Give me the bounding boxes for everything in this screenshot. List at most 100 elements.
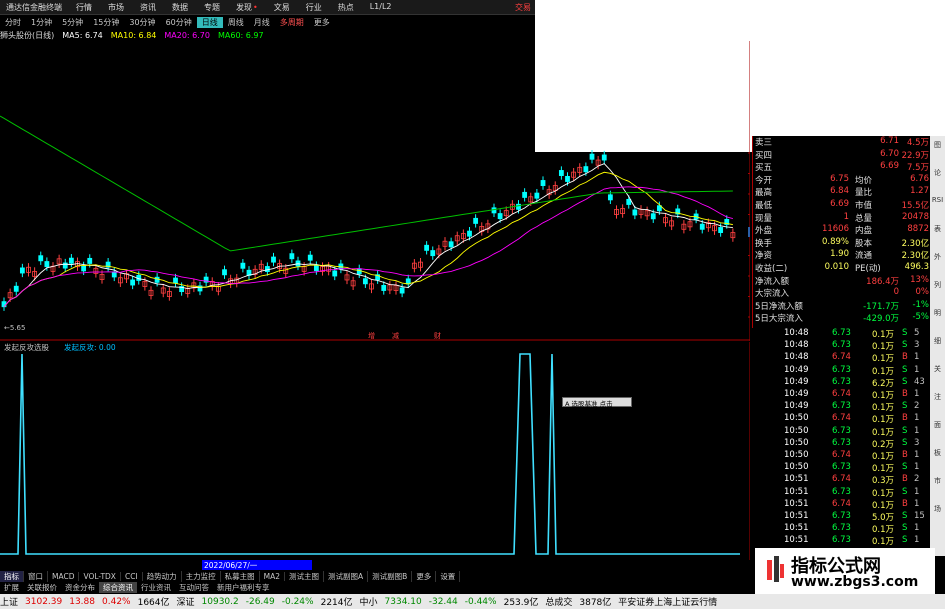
side-tab[interactable]: RSI bbox=[931, 196, 944, 209]
candle-body bbox=[271, 256, 276, 263]
candle-body bbox=[699, 223, 705, 230]
menu-item[interactable]: 专题 bbox=[196, 2, 228, 13]
period-tab[interactable]: 周线 bbox=[223, 17, 249, 28]
indicator-tab[interactable]: MACD bbox=[48, 571, 80, 581]
indicator-tab[interactable]: 测试副图A bbox=[324, 570, 369, 582]
candle-body bbox=[497, 213, 503, 220]
watermark-logo-icon bbox=[767, 556, 784, 582]
side-tab[interactable]: 列 bbox=[931, 280, 944, 293]
tick-time: 10:51 bbox=[784, 474, 809, 485]
tick-price: 6.73 bbox=[832, 328, 851, 338]
extension-tab[interactable]: 资金分布 bbox=[61, 582, 99, 593]
ma60-line bbox=[0, 115, 733, 252]
quote-label: 买四 bbox=[755, 150, 773, 161]
candlestick-chart[interactable]: 7.407.207.006.806.606.406.206.005.80←5.6… bbox=[0, 41, 750, 341]
tick-volume: 0.1万 bbox=[872, 403, 895, 414]
tick-count: 1 bbox=[914, 425, 920, 436]
extension-tab[interactable]: 新用户福利专享 bbox=[213, 582, 274, 593]
period-tab[interactable]: 30分钟 bbox=[124, 17, 160, 28]
menu-item[interactable]: 行业 bbox=[298, 2, 330, 13]
tick-volume: 0.1万 bbox=[872, 415, 895, 426]
menu-item[interactable]: 数据 bbox=[164, 2, 196, 13]
indicator-tab[interactable]: 指标 bbox=[0, 570, 24, 582]
side-tab[interactable]: 注 bbox=[931, 392, 944, 405]
quote-value: 0.89% bbox=[821, 236, 849, 247]
candle-body bbox=[558, 170, 564, 176]
period-tab[interactable]: 1分钟 bbox=[26, 17, 57, 28]
side-tab[interactable]: 面 bbox=[931, 420, 944, 433]
menu-item[interactable]: 热点 bbox=[330, 2, 362, 13]
candle-body bbox=[87, 257, 93, 264]
side-tab[interactable]: 场 bbox=[931, 504, 944, 517]
tick-price: 6.73 bbox=[832, 535, 851, 546]
indicator-tab[interactable]: 私募主图 bbox=[221, 570, 260, 582]
side-tab[interactable]: 板 bbox=[931, 448, 944, 461]
menu-item[interactable]: L1/L2 bbox=[362, 2, 400, 13]
quote-row: 外盘 11606 内盘 8872 bbox=[753, 224, 931, 236]
extension-tab[interactable]: 行业资讯 bbox=[137, 582, 175, 593]
ma-label: MA60: 6.97 bbox=[217, 30, 264, 40]
status-item: -0.44% bbox=[464, 596, 497, 607]
indicator-tab[interactable]: 主力监控 bbox=[182, 570, 221, 582]
side-tab[interactable]: 明 bbox=[931, 308, 944, 321]
quote-value: 6.69 bbox=[880, 161, 899, 172]
side-tab[interactable]: 关 bbox=[931, 364, 944, 377]
tick-row: 10:51 6.73 0.1万 S 1 bbox=[782, 535, 930, 547]
indicator-tab[interactable]: 窗口 bbox=[24, 570, 48, 582]
period-tab[interactable]: 多周期 bbox=[275, 17, 309, 28]
candle-body bbox=[313, 265, 319, 272]
tick-volume: 0.1万 bbox=[872, 525, 895, 536]
menu-item[interactable]: 资讯 bbox=[132, 2, 164, 13]
period-tab[interactable]: 月线 bbox=[249, 17, 275, 28]
tick-volume: 0.2万 bbox=[872, 439, 895, 450]
menu-item[interactable]: 行情 bbox=[68, 2, 100, 13]
quote-value: 1.90 bbox=[830, 249, 849, 260]
tick-side: S bbox=[902, 340, 908, 351]
tick-side: S bbox=[902, 328, 908, 338]
side-tab[interactable]: 市 bbox=[931, 476, 944, 489]
candle-body bbox=[332, 270, 338, 277]
period-tab[interactable]: 60分钟 bbox=[161, 17, 197, 28]
quote-row: 今开 6.75 均价 6.76 bbox=[753, 174, 931, 186]
indicator-chart[interactable]: 发起反攻选股发起反攻: 0.001.000.900.800.700.600.50… bbox=[0, 342, 750, 560]
tick-row: 10:48 6.74 0.1万 B 1 bbox=[782, 352, 930, 364]
side-tab[interactable]: 论 bbox=[931, 168, 944, 181]
extension-tab[interactable]: 互动问答 bbox=[175, 582, 213, 593]
indicator-tab[interactable]: VOL-TDX bbox=[79, 571, 121, 581]
quote-label: 5日净流入额 bbox=[755, 301, 803, 312]
menu-item[interactable]: 发现 bbox=[228, 2, 266, 13]
trade-button[interactable]: 交易 bbox=[515, 2, 535, 13]
period-tab[interactable]: 更多 bbox=[309, 17, 335, 28]
tooltip[interactable]: A 选股基准 点击 bbox=[562, 397, 632, 408]
side-tab[interactable]: 外 bbox=[931, 252, 944, 265]
indicator-tab[interactable]: CCI bbox=[121, 571, 143, 581]
indicator-tab[interactable]: 测试副图B bbox=[368, 570, 413, 582]
side-tab[interactable]: 图 bbox=[931, 140, 944, 153]
menu-item[interactable]: 文易 bbox=[266, 2, 298, 13]
tick-volume: 0.1万 bbox=[872, 488, 895, 499]
period-tab[interactable]: 分时 bbox=[0, 17, 26, 28]
tick-volume: 0.1万 bbox=[872, 500, 895, 511]
indicator-tab[interactable]: 更多 bbox=[412, 570, 437, 582]
quote-label: 大宗流入 bbox=[755, 289, 790, 300]
indicator-tab[interactable]: MA2 bbox=[260, 571, 286, 581]
indicator-tab[interactable]: 设置 bbox=[436, 570, 461, 582]
tick-price: 6.73 bbox=[832, 401, 851, 412]
period-tab[interactable]: 5分钟 bbox=[57, 17, 88, 28]
quote-row: 大宗流入 0 0% bbox=[753, 287, 931, 300]
menu-item[interactable]: 市场 bbox=[100, 2, 132, 13]
extension-tab[interactable]: 关联报价 bbox=[23, 582, 61, 593]
side-tab[interactable]: 细 bbox=[931, 336, 944, 349]
candle-body bbox=[222, 269, 227, 276]
extension-tab[interactable]: 扩展 bbox=[0, 582, 23, 593]
tick-row: 10:49 6.73 0.1万 S 1 bbox=[782, 365, 930, 377]
side-tab[interactable]: 表 bbox=[931, 224, 944, 237]
period-tab[interactable]: 15分钟 bbox=[88, 17, 124, 28]
indicator-tab[interactable]: 测试主图 bbox=[285, 570, 325, 582]
extension-tab[interactable]: 综合资讯 bbox=[99, 581, 137, 593]
indicator-tab[interactable]: 趋势动力 bbox=[143, 570, 182, 582]
quote-value: 6.70 bbox=[880, 148, 899, 159]
status-item: 上证 bbox=[0, 598, 19, 608]
candle-body bbox=[81, 265, 87, 272]
period-tab[interactable]: 日线 bbox=[196, 16, 223, 28]
